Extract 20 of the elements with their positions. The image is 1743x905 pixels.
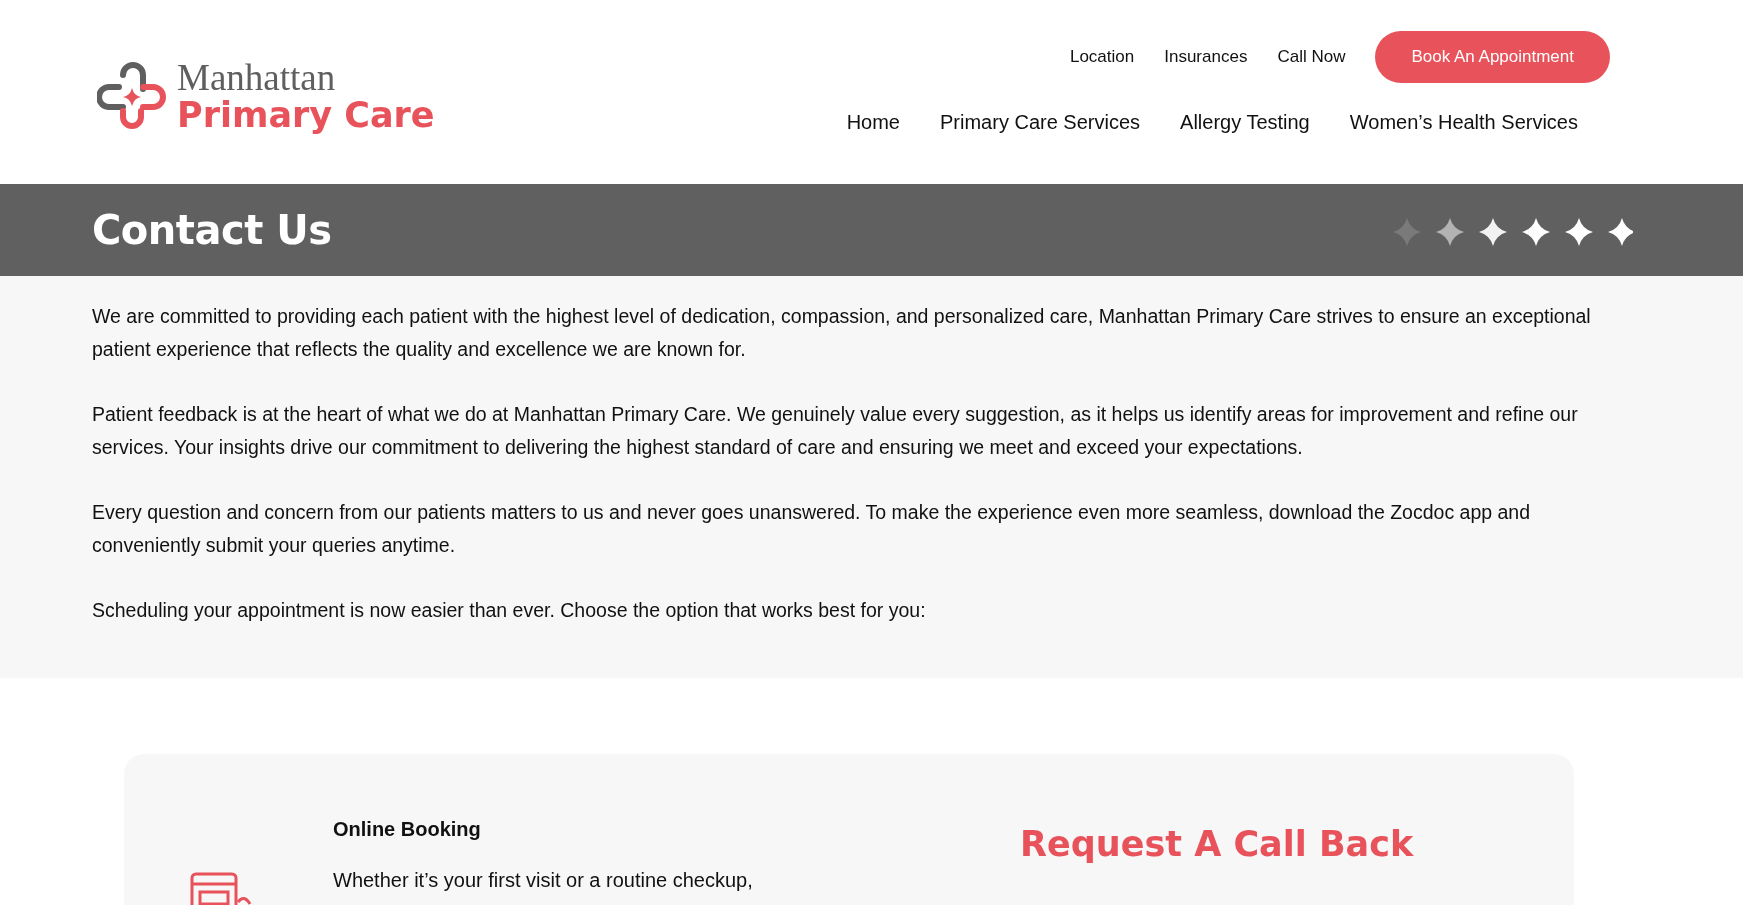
nav-link[interactable]: Allergy Testing (1180, 111, 1310, 134)
nav-link[interactable]: Location (1069, 47, 1135, 67)
logo-name: Manhattan (177, 59, 337, 96)
nav-link[interactable]: Call Now (1277, 47, 1346, 67)
option-title: Online Booking (333, 818, 482, 841)
calendar-icon (190, 872, 254, 905)
option-description: Whether it’s your first visit or a routine checkup, (333, 869, 753, 892)
paragraph: Patient feedback is at the heart of what we do at Manhattan Primary Care. We genuinely value every suggestion, as it helps us identify areas for improvement and refine our services. Your insights drive our commitment to delivering the highest standard of care and ensuring we meet and exceed your expectations. (92, 402, 1579, 460)
nav-link[interactable]: Women’s Health Services (1349, 111, 1578, 134)
logo-cross-icon (97, 61, 167, 131)
paragraph: Scheduling your appointment is now easier than ever. Choose the option that works best for you: (92, 598, 927, 623)
nav-link[interactable]: Home (846, 111, 900, 134)
paragraph: Every question and concern from our patients matters to us and never goes unanswered. To make the experience even more seamless, download the Zocdoc app and conveniently submit your queries anytime. (92, 500, 1532, 558)
logo-subtitle: Primary Care (177, 98, 435, 133)
book-appointment-button[interactable]: Book An Appointment (1375, 31, 1610, 83)
paragraph: We are committed to providing each patient with the highest level of dedication, compassion, and personalized care, Manhattan Primary Care strives to ensure an exceptional patient experience that reflects the quality and excellence we are known for. (92, 304, 1592, 362)
nav-link[interactable]: Insurances (1164, 47, 1248, 67)
nav-link[interactable]: Primary Care Services (940, 111, 1141, 134)
page-title: Contact Us (92, 207, 332, 253)
form-title: Request A Call Back (1020, 824, 1414, 866)
